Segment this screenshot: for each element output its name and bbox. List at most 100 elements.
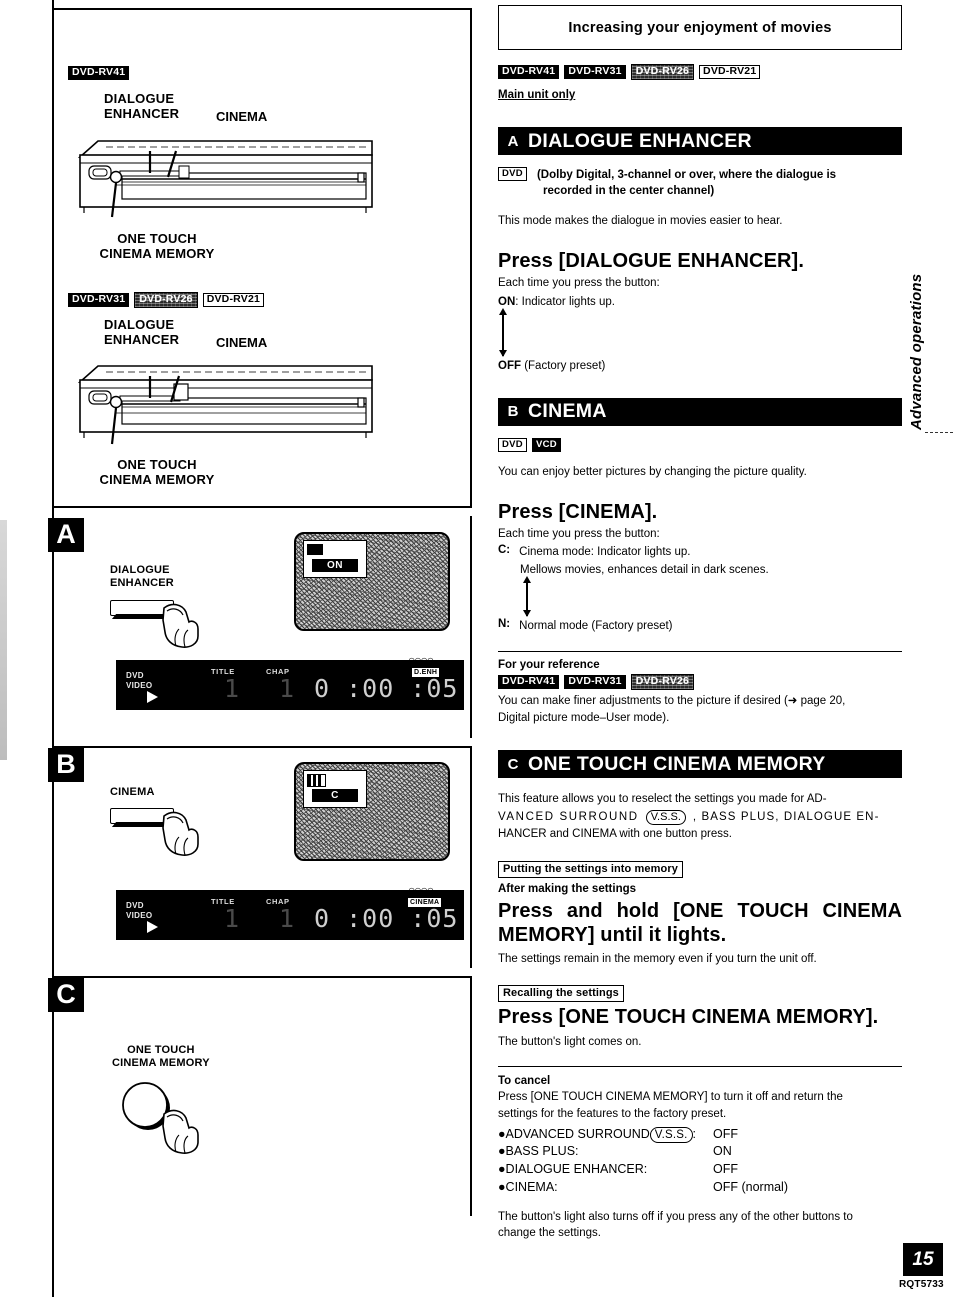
section-a-letter: A: [507, 132, 519, 150]
model-badge-dvd-rv31: DVD-RV31: [68, 293, 130, 308]
device-front-drawing-rv41: [77, 140, 373, 218]
panel-b-mode-indicator: CINEMA: [408, 898, 442, 907]
panel-b-tv-screen: C: [294, 762, 450, 861]
putting-settings-box-wrap: Putting the settings into memory: [498, 859, 902, 879]
preset-value-cinema: OFF (normal): [713, 1179, 788, 1194]
section-a-press-heading: Press [DIALOGUE ENHANCER].: [498, 249, 804, 272]
section-header-dialogue-enhancer: A DIALOGUE ENHANCER: [498, 127, 902, 156]
panel-a-time-value: 0 :00 :05: [314, 674, 459, 703]
header-badge-dvd-rv21: DVD-RV21: [699, 65, 761, 80]
section-b-divider: [498, 650, 902, 652]
callout-cinema-1: CINEMA: [216, 109, 268, 125]
disc-badge-dvd-b: DVD: [498, 437, 527, 453]
page-number: 15: [903, 1243, 943, 1276]
section-a-condition-line2: recorded in the center channel): [542, 185, 715, 198]
panel-b-button-label: CINEMA: [110, 786, 155, 798]
callout-enhancer-1: ENHANCER: [104, 105, 180, 121]
ref-badge-dvd-rv26: DVD-RV26: [630, 673, 695, 690]
section-a-toggle-arrow: [498, 307, 902, 362]
cancel-footer-line1: The button's light also turns off if you…: [498, 1210, 853, 1223]
panel-b-front-display: DVD VIDEO TITLE CHAP 1 1 0 :00 :05 CINEM…: [116, 883, 464, 940]
section-b-letter: B: [507, 403, 519, 421]
factory-preset-list: ●ADVANCED SURROUND V.S.S.: OFF ●BASS PLUS…: [498, 1126, 902, 1197]
illustration-rv41: DVD-RV41 DIALOGUE ENHANCER CINEMA ONE TO…: [68, 66, 460, 280]
section-c-title: ONE TOUCH CINEMA MEMORY: [528, 752, 826, 775]
section-c-letter: C: [507, 755, 519, 773]
callout-cinema-2: CINEMA: [216, 335, 268, 351]
callout-cinema-memory-2: CINEMA MEMORY: [99, 471, 215, 487]
factory-preset-row: ●BASS PLUS: ON: [498, 1143, 902, 1161]
model-badge-dvd-rv41: DVD-RV41: [68, 66, 130, 81]
section-c-intro-line2-wrap: VANCED SURROUND V.S.S. , BASS PLUS, DIAL…: [498, 809, 902, 826]
to-cancel-line2: settings for the features to the factory…: [498, 1107, 727, 1120]
cinema-picture-icon: [307, 774, 326, 787]
cancel-footer-line2: change the settings.: [498, 1227, 601, 1240]
left-illustration-column: DVD-RV41 DIALOGUE ENHANCER CINEMA ONE TO…: [48, 0, 474, 1297]
callout-one-touch-1: ONE TOUCH: [117, 231, 197, 247]
arrow-down-icon-b: [522, 610, 531, 618]
step-letter-a: A: [48, 518, 84, 552]
panel-c-top-rule: [54, 976, 472, 978]
recalling-settings-box-wrap: Recalling the settings: [498, 983, 902, 1003]
panel-b-osd-value: C: [312, 789, 358, 802]
panel-a-front-display: DVD VIDEO TITLE CHAP 1 1 0 :00 :05 D.ENH…: [116, 653, 464, 710]
press-hold-heading: Press and hold [ONE TOUCH CINEMA MEMORY]…: [498, 900, 902, 946]
section-b-intro: You can enjoy better pictures by changin…: [498, 466, 807, 479]
panel-c-button-label: ONE TOUCH CINEMA MEMORY: [112, 1044, 210, 1069]
panel-a-disc-indicator: DVD VIDEO: [126, 671, 153, 690]
pointing-hand-icon-b: [162, 811, 199, 856]
preset-label-advanced-surround: ●ADVANCED SURROUND V.S.S.:: [498, 1126, 713, 1144]
panel-a-title-value: 1: [224, 674, 241, 703]
preset-label-bass-plus: ●BASS PLUS:: [498, 1144, 579, 1159]
section-b-state-c: C: Cinema mode: Indicator lights up.: [498, 543, 691, 558]
pointing-hand-icon-a: [162, 603, 199, 648]
highlight-burst-b: ○○○○: [408, 883, 434, 897]
callout-dialogue-1: DIALOGUE: [104, 91, 175, 107]
pointing-hand-icon-c: [162, 1109, 199, 1154]
device-front-drawing-rv31: [77, 365, 373, 445]
putting-settings-box: Putting the settings into memory: [498, 861, 683, 879]
highlight-burst-a: ○○○○: [408, 653, 434, 667]
section-b-state-c-detail: Mellows movies, enhances detail in dark …: [520, 564, 769, 577]
reference-model-badges: DVD-RV41 DVD-RV31 DVD-RV26: [498, 673, 902, 690]
manual-page: DVD-RV41 DIALOGUE ENHANCER CINEMA ONE TO…: [0, 0, 954, 1297]
section-c-intro-line2b: , BASS PLUS, DIALOGUE EN-: [692, 810, 880, 823]
ref-badge-dvd-rv41: DVD-RV41: [498, 674, 560, 689]
page-title: Increasing your enjoyment of movies: [498, 5, 902, 50]
panel-b-time-value: 0 :00 :05: [314, 904, 459, 933]
callout-dialogue-2: DIALOGUE: [104, 317, 175, 333]
section-header-one-touch-cinema-memory: C ONE TOUCH CINEMA MEMORY: [498, 750, 902, 779]
header-badge-dvd-rv26: DVD-RV26: [630, 64, 695, 81]
section-a-intro: This mode makes the dialogue in movies e…: [498, 215, 783, 228]
model-badge-group-1: DVD-RV41: [68, 66, 460, 81]
step-letter-b: B: [48, 748, 84, 782]
reference-line-2: Digital picture mode–User mode).: [498, 711, 670, 724]
panel-a-button-label: DIALOGUE ENHANCER: [110, 564, 174, 589]
preset-value-advanced-surround: OFF: [713, 1126, 738, 1141]
right-text-column: Increasing your enjoyment of movies DVD-…: [498, 0, 902, 1242]
section-b-toggle-arrow: [522, 576, 902, 622]
section-header-cinema: B CINEMA: [498, 397, 902, 426]
arrow-down-icon-a: [498, 349, 507, 357]
section-c-intro-line1-wrap: This feature allows you to reselect the …: [498, 791, 902, 808]
model-badge-dvd-rv21: DVD-RV21: [202, 293, 265, 308]
press-hold-note: The settings remain in the memory even i…: [498, 953, 817, 966]
vss-badge-cancel: V.S.S.: [649, 1126, 693, 1143]
step-panel-b: B CINEMA C DVD VIDEO TITLE CHAP 1 1 0:0…: [48, 746, 472, 968]
panel-a-osd-value: ON: [312, 559, 358, 572]
section-a-state-on: ON: Indicator lights up.: [498, 295, 615, 308]
preset-label-dialogue-enhancer: ●DIALOGUE ENHANCER:: [498, 1162, 648, 1176]
main-unit-only-note: Main unit only: [498, 89, 576, 102]
section-c-intro-line1: This feature allows you to reselect the …: [498, 793, 827, 806]
recall-heading: Press [ONE TOUCH CINEMA MEMORY].: [498, 1006, 879, 1029]
preset-value-bass-plus: ON: [713, 1144, 732, 1159]
to-cancel-line1: Press [ONE TOUCH CINEMA MEMORY] to turn …: [498, 1091, 843, 1104]
panel-b-top-rule: [54, 746, 472, 748]
section-c-divider: [498, 1066, 902, 1068]
section-a-each-time: Each time you press the button:: [498, 277, 660, 290]
step-panel-a: A DIALOGUE ENHANCER ON DVD VIDEO TITLE C…: [48, 516, 472, 738]
preset-label-cinema: ●CINEMA:: [498, 1179, 558, 1194]
section-a-condition: DVD (Dolby Digital, 3-channel or over, w…: [498, 167, 902, 199]
section-c-intro-line2a: VANCED SURROUND: [498, 810, 639, 823]
panel-b-title-value: 1: [224, 904, 241, 933]
